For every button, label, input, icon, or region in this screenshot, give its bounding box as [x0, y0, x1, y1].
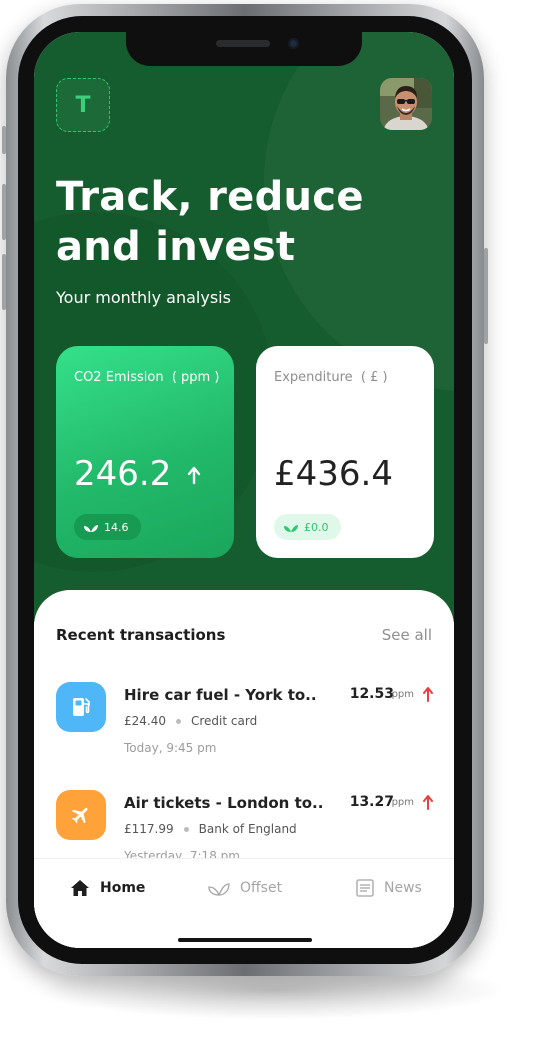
monthly-analysis-label: Your monthly analysis [56, 288, 231, 307]
bottom-tab-bar: Home Offset News [34, 858, 454, 948]
phone-screen: T Track, reduce and invest Your monthly … [34, 32, 454, 948]
hero-section: T Track, reduce and invest Your monthly … [34, 32, 454, 622]
transaction-meta: £117.99 Bank of England [124, 822, 297, 836]
leaf-icon [84, 525, 98, 532]
arrow-up-icon [423, 687, 433, 702]
transaction-icon-tile [56, 790, 106, 840]
expenditure-card[interactable]: Expenditure ( £ ) £436.4 £0.0 [256, 346, 434, 558]
tab-news-label: News [384, 880, 422, 896]
transaction-price: £117.99 [124, 822, 174, 836]
news-icon [356, 879, 374, 897]
volume-down-button [2, 254, 6, 310]
transaction-meta: £24.40 Credit card [124, 714, 257, 728]
transaction-price: £24.40 [124, 714, 166, 728]
leaf-icon [208, 883, 230, 896]
co2-card-label: CO2 Emission ( ppm ) [74, 370, 219, 385]
home-icon [71, 880, 89, 896]
expenditure-card-label: Expenditure ( £ ) [274, 370, 388, 385]
see-all-link[interactable]: See all [382, 626, 432, 644]
app-logo: T [56, 78, 110, 132]
headline-line-1: Track, reduce [56, 174, 364, 220]
co2-value-text: 246.2 [74, 454, 172, 494]
tab-offset[interactable]: Offset [208, 879, 282, 897]
co2-pill-value: 14.6 [104, 520, 129, 534]
logo-letter: T [75, 92, 91, 118]
transaction-emission-amount: 12.53 [349, 686, 394, 702]
separator-dot [176, 718, 181, 724]
transaction-title: Hire car fuel - York to.. [124, 686, 317, 704]
transaction-emission-unit: ppm [391, 797, 414, 808]
transaction-item-fuel[interactable]: Hire car fuel - York to.. £24.40 Credit … [34, 682, 454, 782]
arrow-up-icon [423, 795, 433, 810]
co2-unit-text: ( ppm ) [171, 370, 220, 385]
avatar-photo [380, 78, 432, 130]
volume-up-button [2, 184, 6, 240]
separator-dot [183, 826, 189, 832]
transaction-icon-tile [56, 682, 106, 732]
mute-switch [2, 126, 6, 154]
transaction-title: Air tickets - London to.. [124, 794, 324, 812]
earpiece-speaker [216, 40, 270, 47]
transaction-emission-amount: 13.27 [349, 794, 394, 810]
home-indicator[interactable] [178, 938, 312, 942]
transaction-method: Bank of England [198, 822, 297, 836]
expenditure-value: £436.4 [274, 454, 393, 494]
expenditure-unit-text: ( £ ) [360, 370, 388, 385]
tab-news[interactable]: News [356, 879, 422, 897]
transaction-time: Today, 9:45 pm [124, 741, 217, 755]
co2-offset-pill: 14.6 [74, 514, 141, 540]
expenditure-label-text: Expenditure [274, 370, 353, 385]
power-button [484, 248, 488, 344]
co2-value: 246.2 [74, 454, 202, 494]
arrow-up-icon [187, 466, 201, 485]
headline-line-2: and invest [56, 224, 296, 270]
profile-avatar[interactable] [380, 78, 432, 130]
airplane-icon [71, 807, 88, 824]
fuel-pump-icon [73, 698, 90, 716]
front-camera [288, 38, 299, 49]
transaction-method: Credit card [191, 714, 258, 728]
co2-emission-card[interactable]: CO2 Emission ( ppm ) 246.2 14.6 [56, 346, 234, 558]
recent-transactions-heading: Recent transactions [56, 626, 226, 644]
page-headline: Track, reduce and invest [56, 172, 416, 272]
leaf-icon [284, 525, 298, 532]
tab-offset-label: Offset [240, 880, 283, 896]
tab-home-label: Home [100, 880, 146, 896]
expenditure-offset-pill: £0.0 [274, 514, 341, 540]
transaction-emission-unit: ppm [391, 689, 414, 700]
tab-home[interactable]: Home [70, 879, 145, 897]
phone-notch [126, 32, 362, 66]
expenditure-pill-value: £0.0 [304, 520, 329, 534]
co2-label-text: CO2 Emission [74, 370, 164, 385]
